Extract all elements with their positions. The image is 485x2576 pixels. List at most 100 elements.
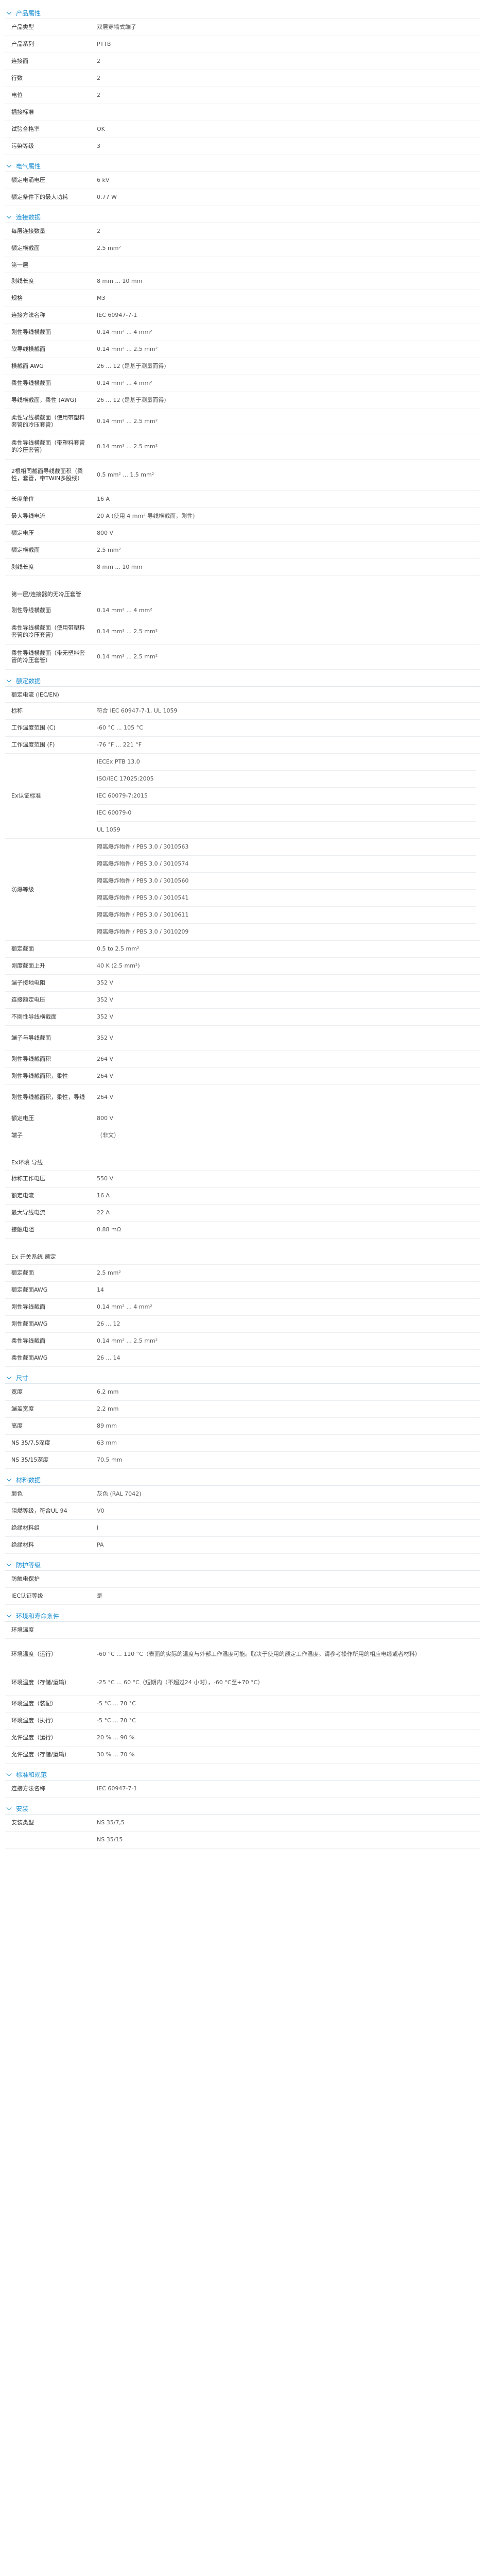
subsection-heading: Ex环境 导线 [5,1155,480,1171]
spec-value: 是 [97,1592,102,1599]
spec-label: 额定横截面 [11,245,40,251]
spec-label: 2根相同截面导线截面积（柔性，套管，带TWIN多股线） [11,468,83,482]
spec-value: M3 [97,295,106,301]
spec-row: NS 35/15深度 70.5 mm [5,1452,480,1469]
spec-label: 额定电压 [11,1115,34,1122]
spec-label: 刚性导线截面积，柔性 [11,1073,68,1079]
spec-label: 绝缘材料 [11,1541,34,1548]
spec-row: 工作温度范围 (F) -76 °F ... 221 °F [5,737,480,754]
spec-value-list: IECEx PTB 13.0 ISO/IEC 17025:2005 IEC 60… [93,754,480,838]
spec-value: NS 35/15 [97,1836,123,1843]
spec-value-item: 隔离爆炸物件 / PBS 3.0 / 3010611 [97,907,476,924]
spec-label: 高度 [11,1422,23,1429]
spec-row: 插接标准 [5,104,480,121]
spec-label: 额定截面 [11,1269,34,1276]
spec-row: 柔性导线横截面 0.14 mm² ... 4 mm² [5,375,480,392]
spec-value: 0.14 mm² ... 4 mm² [97,329,152,335]
spec-label: NS 35/7,5深度 [11,1439,50,1446]
spec-value-item: UL 1059 [97,826,120,833]
spec-label [5,1838,93,1842]
spec-value: 0.88 mΩ [97,1226,122,1233]
spec-row: 刚性导线横截面 0.14 mm² ... 4 mm² [5,324,480,341]
section-title-text: 标准和规范 [16,1771,47,1778]
section-environment[interactable]: 环境和寿命条件 [5,1610,480,1622]
chevron-down-icon [6,213,12,218]
spec-row: NS 35/7,5深度 63 mm [5,1435,480,1452]
spec-value: NS 35/7,5 [97,1819,125,1826]
section-ratings[interactable]: 额定数据 [5,675,480,687]
spec-value: PTTB [97,41,111,47]
section-standards[interactable]: 标准和规范 [5,1769,480,1781]
spec-label: 柔性导线横截面 [11,380,51,386]
spec-label: 额定截面 [11,945,34,952]
spec-row: 端盖宽度 2.2 mm [5,1401,480,1418]
spec-value: 63 mm [97,1439,117,1446]
spec-row: 刚性导线截面积，柔性 264 V [5,1068,480,1085]
spec-value: 0.14 mm² ... 2.5 mm² [97,443,158,450]
section-title-text: 电气属性 [16,162,41,170]
spec-row-group: 防爆等级 隔离爆炸物件 / PBS 3.0 / 3010563 隔离爆炸物件 /… [5,839,480,941]
spec-label: 额定电流 [11,1192,34,1199]
spec-label: 污染等级 [11,143,34,149]
spec-value: OK [97,126,105,132]
spec-label: 环境温度（存储/运输） [11,1679,70,1686]
spec-value: -60 °C ... 105 °C [97,724,143,731]
spec-value: 0.14 mm² ... 2.5 mm² [97,653,158,660]
section-connection[interactable]: 连接数据 [5,211,480,223]
section-title-text: 连接数据 [16,213,41,221]
spec-row: 连接面 2 [5,53,480,70]
section-electrical[interactable]: 电气属性 [5,160,480,172]
spec-value-item: IEC 60079-0 [97,805,476,822]
spec-row: 环境温度（执行） -5 °C ... 70 °C [5,1713,480,1730]
spec-label: 不刚性导线横截面 [11,1013,57,1020]
spec-value: 14 [97,1286,104,1293]
spec-row: 额定截面AWG 14 [5,1282,480,1299]
section-title-text: 额定数据 [16,677,41,685]
spec-value: 800 V [97,1115,114,1122]
section-dimensions[interactable]: 尺寸 [5,1372,480,1384]
spec-label: 额定截面AWG [11,1286,48,1293]
section-title-text: 环境和寿命条件 [16,1612,60,1620]
spec-value: 40 K (2.5 mm²) [97,962,140,969]
spec-label: 防触电保护 [11,1575,40,1582]
spec-value: -5 °C ... 70 °C [97,1700,136,1707]
chevron-down-icon [6,1612,12,1617]
section-protection[interactable]: 防护等级 [5,1559,480,1571]
spec-value: 26 ... 14 [97,1354,120,1361]
spec-value: -25 °C ... 60 °C（短期内（不超过24 小时），-60 °C至+7… [97,1679,264,1686]
spec-row: 端子接地电阻 352 V [5,975,480,992]
spec-label: 环境温度（执行） [11,1717,57,1724]
spec-row: 环境温度（装配） -5 °C ... 70 °C [5,1696,480,1713]
spec-value: 264 V [97,1073,114,1079]
spec-label: 横截面 AWG [11,363,44,369]
section-general[interactable]: 产品属性 [5,7,480,19]
spec-value: 3 [97,143,100,149]
spec-row: 环境温度（存储/运输） -25 °C ... 60 °C（短期内（不超过24 小时… [5,1670,480,1696]
spec-label: 每层连接数量 [11,228,45,234]
spec-row: 防触电保护 [5,1571,480,1588]
spec-value: 0.5 mm² ... 1.5 mm² [97,471,154,478]
spec-label: 剥线长度 [11,278,34,284]
spec-label: 软导线横截面 [11,346,45,352]
spec-value: 8 mm ... 10 mm [97,564,143,570]
spec-value: 2 [97,92,100,98]
spec-row: 电位 2 [5,87,480,104]
spec-row: 宽度 6.2 mm [5,1384,480,1401]
spec-row: 导线横截面，柔性 (AWG) 26 ... 12 (是基于测量而得) [5,392,480,409]
spec-row: 规格 M3 [5,290,480,307]
spec-label: 刚度截面上升 [11,962,45,969]
spec-label: 长度单位 [11,496,34,502]
spec-label: 柔性导线横截面（使用带塑料套管的冷压套管） [11,624,85,638]
spec-label: 刚性导线截面积，柔性，导线 [11,1094,85,1100]
spec-label: 颜色 [11,1490,23,1497]
spec-label: 刚性截面AWG [11,1320,48,1327]
spec-row: 绝缘材料组 I [5,1520,480,1537]
spec-value: （非文） [97,1132,119,1139]
spec-row: 行数 2 [5,70,480,87]
spec-value: 89 mm [97,1422,117,1429]
spec-value: -5 °C ... 70 °C [97,1717,136,1724]
spec-label: 刚性导线横截面 [11,607,51,614]
section-mounting[interactable]: 安装 [5,1803,480,1815]
spec-label: 允许湿度（存储/运输） [11,1751,70,1758]
section-material[interactable]: 材料数据 [5,1474,480,1486]
